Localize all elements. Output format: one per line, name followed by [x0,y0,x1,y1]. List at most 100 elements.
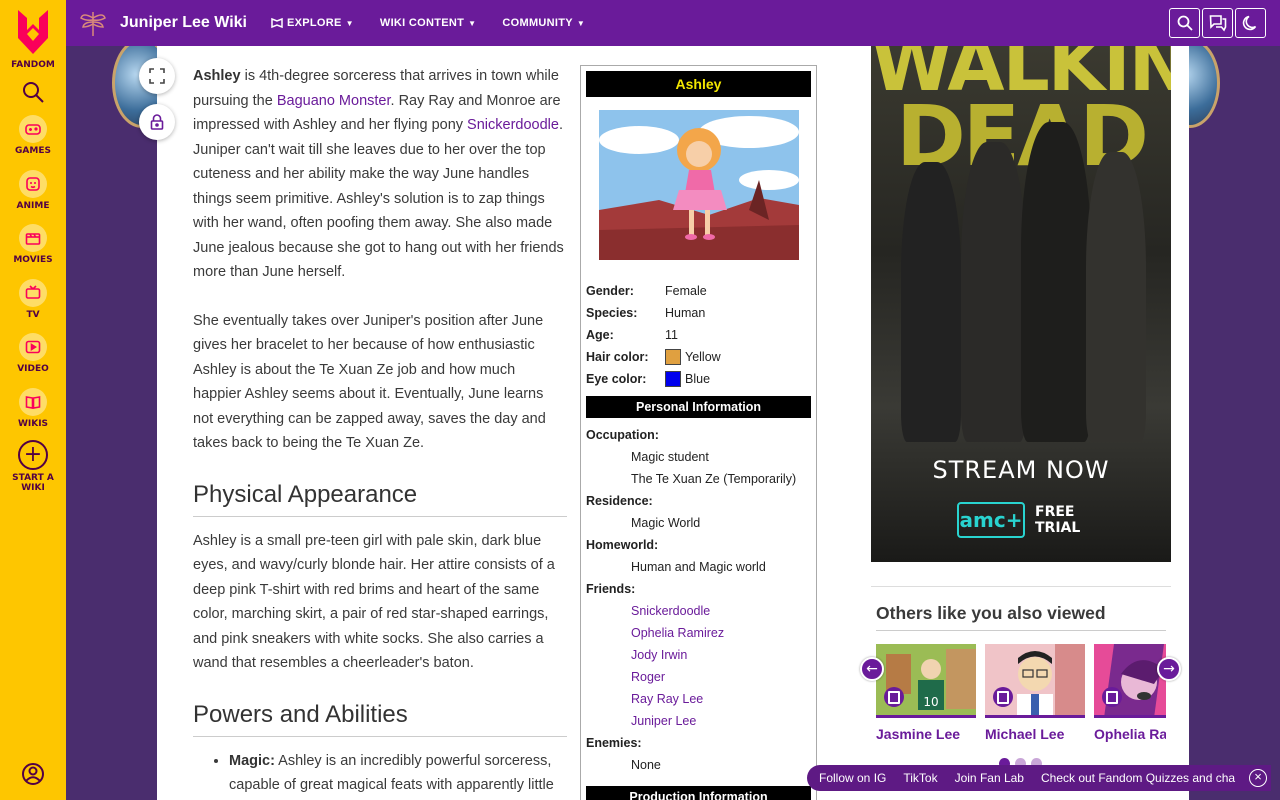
explore-label: EXPLORE [287,17,342,29]
gnav-games-label: GAMES [15,146,51,156]
page-tools [139,58,175,150]
fandom-quizzes-link[interactable]: Check out Fandom Quizzes and cha [1041,771,1235,785]
explore-menu[interactable]: EXPLORE ▼ [271,17,354,29]
friend-link[interactable]: Ophelia Ramirez [586,622,811,644]
friend-link[interactable]: Roger [586,666,811,688]
user-account-icon[interactable] [21,762,45,786]
expand-button[interactable] [139,58,175,94]
chevron-down-icon: ▼ [468,18,477,28]
dark-mode-toggle[interactable] [1235,8,1266,38]
wiki-content-menu[interactable]: WIKI CONTENT ▼ [380,17,476,29]
recommendation-card[interactable]: 10 Jasmine Lee [876,644,976,742]
eye-value: Blue [685,372,711,386]
card-thumbnail [985,644,1085,718]
gender-key: Gender: [586,284,634,298]
search-icon[interactable] [21,80,45,104]
book-icon [25,396,41,409]
right-rail: WALKING DEAD STREAM NOW amc+ FREETRIAL O… [853,46,1189,800]
hair-key: Hair color: [586,350,649,364]
start-a-wiki-button[interactable]: + START A WIKI [0,440,66,493]
carousel-prev-button[interactable]: ← [860,657,884,681]
homeworld-key: Homeworld: [586,538,659,552]
infobox-row-species: Species: Human [586,302,811,324]
fan-feed-bar: Follow on IG TikTok Join Fan Lab Check o… [807,765,1271,791]
card-title: Ophelia Ra [1094,726,1166,742]
svg-text:10: 10 [923,695,938,709]
discussions-button[interactable] [1202,8,1233,38]
physical-paragraph: Ashley is a small pre-teen girl with pal… [193,532,555,672]
intro-text-3: . Juniper can't wait till she leaves due… [193,117,564,280]
plus-icon: + [18,440,48,470]
occupation-value: Magic student [631,450,709,464]
carousel-next-button[interactable]: → [1157,657,1181,681]
card-title: Jasmine Lee [876,726,961,742]
community-label: COMMUNITY [502,17,573,29]
infobox-title: Ashley [586,71,811,97]
gnav-video[interactable]: VIDEO [0,333,66,374]
community-menu[interactable]: COMMUNITY ▼ [502,17,585,29]
enemies-value: None [631,758,661,772]
ad-trial-line-2: TRIAL [1035,520,1081,536]
friends-key: Friends: [586,582,636,596]
wiki-name[interactable]: Juniper Lee Wiki [120,14,247,32]
recommendation-card[interactable]: Ophelia Ra [1094,644,1166,742]
homeworld-value: Human and Magic world [631,560,766,574]
friend-link[interactable]: Ray Ray Lee [586,688,811,710]
friend-link[interactable]: Snickerdoodle [586,600,811,622]
gnav-anime[interactable]: ANIME [0,170,66,211]
fandom-logo-icon[interactable] [14,8,52,56]
hair-value: Yellow [685,350,721,364]
jasmine-lee-thumbnail: 10 [876,644,976,715]
age-value: 11 [665,328,678,342]
eye-key: Eye color: [586,372,647,386]
intro-bold: Ashley [193,68,241,84]
explore-icon [271,17,283,29]
snickerdoodle-link[interactable]: Snickerdoodle [467,117,559,133]
character-image[interactable] [598,110,799,260]
tiktok-link[interactable]: TikTok [903,771,937,785]
start-a-wiki-label: START A WIKI [12,473,54,493]
video-badge-icon [1102,687,1122,707]
infobox: Ashley Gender: Female Species: Human Age… [580,65,817,800]
follow-ig-link[interactable]: Follow on IG [819,771,886,785]
chevron-down-icon: ▼ [345,18,354,28]
gnav-wikis-label: WIKIS [17,419,49,429]
friend-link[interactable]: Jody Irwin [586,644,811,666]
gnav-anime-label: ANIME [16,201,50,211]
close-icon[interactable]: × [1249,769,1267,787]
infobox-row-age: Age: 11 [586,324,811,346]
video-badge-icon [993,687,1013,707]
physical-appearance-heading: Physical Appearance [193,480,567,517]
community-header: Juniper Lee Wiki EXPLORE ▼ WIKI CONTENT ▼ … [66,0,1280,46]
enemies-key: Enemies: [586,736,642,750]
recommendation-card[interactable]: Michael Lee [985,644,1085,742]
gnav-tv[interactable]: TV [0,279,66,320]
chevron-down-icon: ▼ [576,18,586,28]
production-information-header: Production Information [586,786,811,800]
gnav-wikis[interactable]: WIKIS [0,388,66,429]
anime-icon [26,177,40,191]
search-button[interactable] [1169,8,1200,38]
gnav-movies[interactable]: MOVIES [0,224,66,265]
baguano-monster-link[interactable]: Baguano Monster [277,93,391,109]
moon-icon [1242,15,1256,31]
advertisement[interactable]: WALKING DEAD STREAM NOW amc+ FREETRIAL [871,46,1171,562]
wiki-content-label: WIKI CONTENT [379,17,465,29]
dragonfly-wiki-logo-icon[interactable] [78,8,108,38]
ad-stream-now: STREAM NOW [932,456,1110,484]
gnav-games[interactable]: GAMES [0,115,66,156]
gender-value: Female [665,284,707,298]
search-icon [1177,15,1193,31]
infobox-row-eye: Eye color: Blue [586,368,811,390]
ad-figure [901,162,961,442]
join-fan-lab-link[interactable]: Join Fan Lab [955,771,1024,785]
video-badge-icon [884,687,904,707]
magic-bold: Magic: [229,752,275,769]
play-icon [25,340,41,354]
ad-figure [1086,152,1146,442]
article-content: Ashley is 4th-degree sorceress that arri… [193,64,567,798]
friend-link[interactable]: Juniper Lee [586,710,811,732]
protection-button[interactable] [139,104,175,140]
infobox-row-hair: Hair color: Yellow [586,346,811,368]
personal-information-header: Personal Information [586,396,811,418]
